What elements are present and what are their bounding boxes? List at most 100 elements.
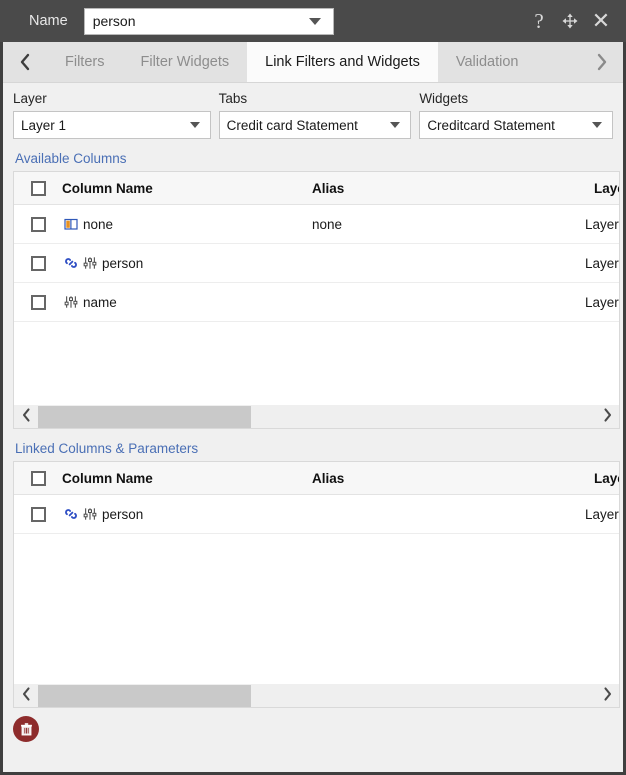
column-name-header: Column Name xyxy=(62,462,312,495)
row-alias-cell xyxy=(312,282,490,322)
widgets-combobox-value: Creditcard Statement xyxy=(427,117,555,133)
chevron-left-icon xyxy=(22,408,30,422)
tab-scroll-right-button[interactable] xyxy=(579,42,623,82)
table-header-row: Column Name Alias Layer xyxy=(14,172,619,205)
name-combobox-value: person xyxy=(92,13,136,29)
close-x-icon[interactable]: ✕ xyxy=(590,9,612,33)
layer-label: Layer xyxy=(13,91,47,106)
tab-scroll-left-button[interactable] xyxy=(3,42,47,82)
row-column-name: none xyxy=(83,216,114,232)
row-column-name: name xyxy=(83,294,117,310)
table-row[interactable]: none none Layer 1 xyxy=(14,204,619,244)
tab-link-filters-and-widgets[interactable]: Link Filters and Widgets xyxy=(247,42,438,82)
row-checkbox-cell xyxy=(14,282,62,322)
layer-combobox-value: Layer 1 xyxy=(21,117,67,133)
tabs-combobox-value: Credit card Statement xyxy=(226,117,358,133)
chevron-down-icon xyxy=(591,122,602,128)
available-columns-panel: Column Name Alias Layer xyxy=(13,171,620,405)
linked-columns-empty-area xyxy=(14,534,619,684)
layer-selector-group: Layer Layer 1 xyxy=(13,91,211,139)
tab-link-filters-and-widgets-label: Link Filters and Widgets xyxy=(265,54,420,70)
chevron-left-icon xyxy=(22,687,30,701)
link-icon xyxy=(64,256,78,270)
linked-columns-panel: Column Name Alias Layer xyxy=(13,461,620,684)
titlebar-buttons: ? ✕ xyxy=(528,9,623,33)
row-layer-cell: Layer 1 xyxy=(490,204,619,244)
chevron-left-icon xyxy=(20,53,29,71)
widgets-combobox[interactable]: Creditcard Statement xyxy=(419,111,613,139)
tabs-selector-group: Tabs Credit card Statement xyxy=(218,91,412,139)
row-layer-cell: Layer 1 xyxy=(490,494,619,534)
linked-columns-table: Column Name Alias Layer xyxy=(14,462,619,534)
linked-columns-hscrollbar[interactable] xyxy=(13,684,620,708)
row-column-name: person xyxy=(102,506,144,522)
tab-validation[interactable]: Validation xyxy=(437,42,537,82)
delete-button[interactable] xyxy=(13,716,39,742)
available-columns-empty-area xyxy=(14,322,619,405)
tab-bar-spacer xyxy=(536,42,579,82)
trash-icon xyxy=(20,722,32,735)
row-layer-cell: Layer 1 xyxy=(490,282,619,322)
tab-bar: Filters Filter Widgets Link Filters and … xyxy=(3,42,623,83)
select-all-header xyxy=(14,462,62,495)
scroll-track[interactable] xyxy=(38,684,595,707)
row-alias-cell xyxy=(312,494,490,534)
scroll-thumb[interactable] xyxy=(38,684,251,707)
widgets-label: Widgets xyxy=(419,91,469,106)
name-label: Name xyxy=(29,13,68,29)
slider-icon xyxy=(64,295,78,309)
row-checkbox-cell xyxy=(14,243,62,283)
table-row[interactable]: person Layer 1 xyxy=(14,494,619,534)
scroll-left-button[interactable] xyxy=(14,686,38,705)
available-columns-hscrollbar[interactable] xyxy=(13,405,620,429)
move-cross-icon[interactable] xyxy=(559,9,581,33)
layer-combobox[interactable]: Layer 1 xyxy=(13,111,211,139)
select-all-checkbox[interactable] xyxy=(30,180,46,196)
row-checkbox[interactable] xyxy=(30,255,46,271)
dialog-footer xyxy=(3,708,623,772)
link-icon xyxy=(64,507,78,521)
chevron-right-icon xyxy=(603,408,611,422)
chevron-down-icon xyxy=(390,122,401,128)
layer-header: Layer xyxy=(490,172,619,205)
row-column-name-cell: person xyxy=(62,243,312,283)
row-checkbox-cell xyxy=(14,204,62,244)
column-name-header: Column Name xyxy=(62,172,312,205)
row-alias-cell xyxy=(312,243,490,283)
tab-filters-label: Filters xyxy=(65,54,105,70)
row-column-name: person xyxy=(102,255,144,271)
tab-filter-widgets[interactable]: Filter Widgets xyxy=(122,42,248,82)
help-icon[interactable]: ? xyxy=(528,9,550,33)
columns-icon xyxy=(64,217,78,231)
chevron-down-icon xyxy=(189,122,200,128)
slider-icon xyxy=(83,507,97,521)
chevron-right-icon xyxy=(603,687,611,701)
tab-filters[interactable]: Filters xyxy=(47,42,123,82)
tabs-combobox[interactable]: Credit card Statement xyxy=(218,111,412,139)
table-row[interactable]: name Layer 1 xyxy=(14,282,619,322)
table-row[interactable]: person Layer 1 xyxy=(14,243,619,283)
link-filters-widgets-dialog: Name person ? ✕ Filters Filter Widgets L… xyxy=(0,0,626,775)
row-checkbox[interactable] xyxy=(30,506,46,522)
row-column-name-cell: person xyxy=(62,494,312,534)
scroll-thumb[interactable] xyxy=(38,405,251,428)
select-all-checkbox[interactable] xyxy=(30,470,46,486)
tabs-label: Tabs xyxy=(218,91,248,106)
row-layer-cell: Layer 1 xyxy=(490,243,619,283)
dialog-titlebar: Name person ? ✕ xyxy=(0,0,626,42)
tab-validation-label: Validation xyxy=(455,54,519,70)
scroll-right-button[interactable] xyxy=(595,407,619,426)
row-checkbox[interactable] xyxy=(30,294,46,310)
scroll-left-button[interactable] xyxy=(14,407,38,426)
name-combobox[interactable]: person xyxy=(83,7,334,35)
row-checkbox[interactable] xyxy=(30,216,46,232)
scroll-track[interactable] xyxy=(38,405,595,428)
chevron-right-icon xyxy=(597,53,606,71)
scroll-right-button[interactable] xyxy=(595,686,619,705)
alias-header: Alias xyxy=(312,462,490,495)
chevron-down-icon xyxy=(308,17,321,25)
selector-row: Layer Layer 1 Tabs Credit card Statement… xyxy=(3,83,623,139)
available-columns-table: Column Name Alias Layer xyxy=(14,172,619,322)
table-header-row: Column Name Alias Layer xyxy=(14,462,619,495)
select-all-header xyxy=(14,172,62,205)
